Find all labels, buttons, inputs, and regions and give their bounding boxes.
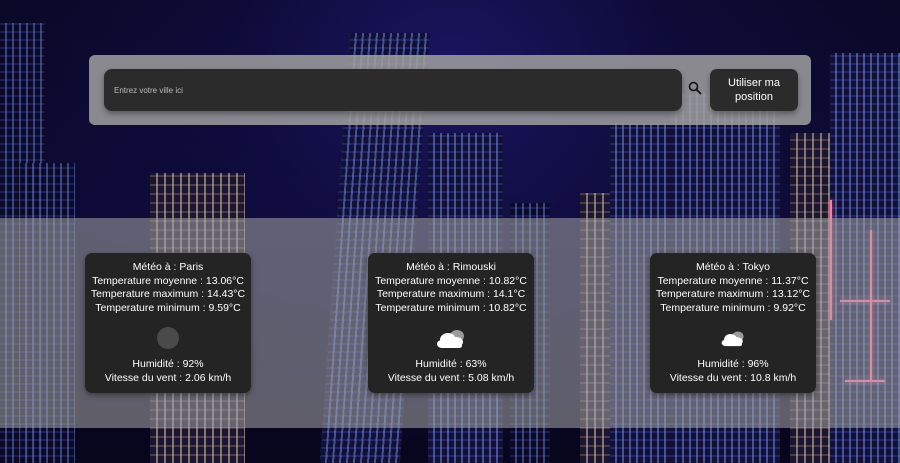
cloudy-icon	[437, 329, 464, 348]
city-search-input[interactable]	[104, 69, 682, 111]
temperature-maximum: Temperature maximum : 14.1°C	[376, 288, 526, 301]
weather-card-paris: Météo à : Paris Temperature moyenne : 13…	[85, 253, 251, 393]
use-my-position-button[interactable]: Utiliser ma position	[710, 69, 798, 111]
temperature-minimum: Temperature minimum : 10.82°C	[375, 302, 527, 315]
humidity: Humidité : 96%	[697, 358, 769, 370]
weather-icon-container	[85, 316, 251, 360]
temperature-average: Temperature moyenne : 10.82°C	[375, 274, 527, 287]
temperature-maximum: Temperature maximum : 14.43°C	[90, 288, 246, 301]
results-band: Météo à : Paris Temperature moyenne : 13…	[0, 218, 900, 428]
weather-card-tokyo: Météo à : Tokyo Temperature moyenne : 11…	[650, 253, 816, 393]
card-footer: Humidité : 96% Vitesse du vent : 10.8 km…	[650, 358, 816, 385]
temperature-average: Temperature moyenne : 11.37°C	[657, 274, 809, 287]
temperature-maximum: Temperature maximum : 13.12°C	[655, 288, 811, 301]
search-icon	[688, 81, 702, 95]
city-name: Météo à : Tokyo	[696, 261, 770, 273]
city-name: Météo à : Paris	[132, 261, 204, 273]
humidity: Humidité : 92%	[132, 358, 204, 370]
search-button[interactable]	[687, 81, 703, 97]
city-name: Météo à : Rimouski	[406, 261, 496, 273]
wind-speed: Vitesse du vent : 2.06 km/h	[104, 371, 232, 384]
search-panel: Utiliser ma position	[89, 55, 811, 125]
weather-placeholder-icon	[157, 326, 179, 349]
card-footer: Humidité : 92% Vitesse du vent : 2.06 km…	[85, 358, 251, 385]
wind-speed: Vitesse du vent : 5.08 km/h	[387, 371, 515, 384]
temperature-average: Temperature moyenne : 13.06°C	[92, 274, 244, 287]
temperature-minimum: Temperature minimum : 9.59°C	[95, 302, 241, 315]
cloudy-icon	[721, 331, 744, 346]
wind-speed: Vitesse du vent : 10.8 km/h	[669, 371, 797, 384]
humidity: Humidité : 63%	[415, 358, 487, 370]
weather-icon-container	[368, 316, 534, 360]
weather-icon-container	[650, 316, 816, 360]
card-footer: Humidité : 63% Vitesse du vent : 5.08 km…	[368, 358, 534, 385]
weather-card-rimouski: Météo à : Rimouski Temperature moyenne :…	[368, 253, 534, 393]
temperature-minimum: Temperature minimum : 9.92°C	[660, 302, 806, 315]
